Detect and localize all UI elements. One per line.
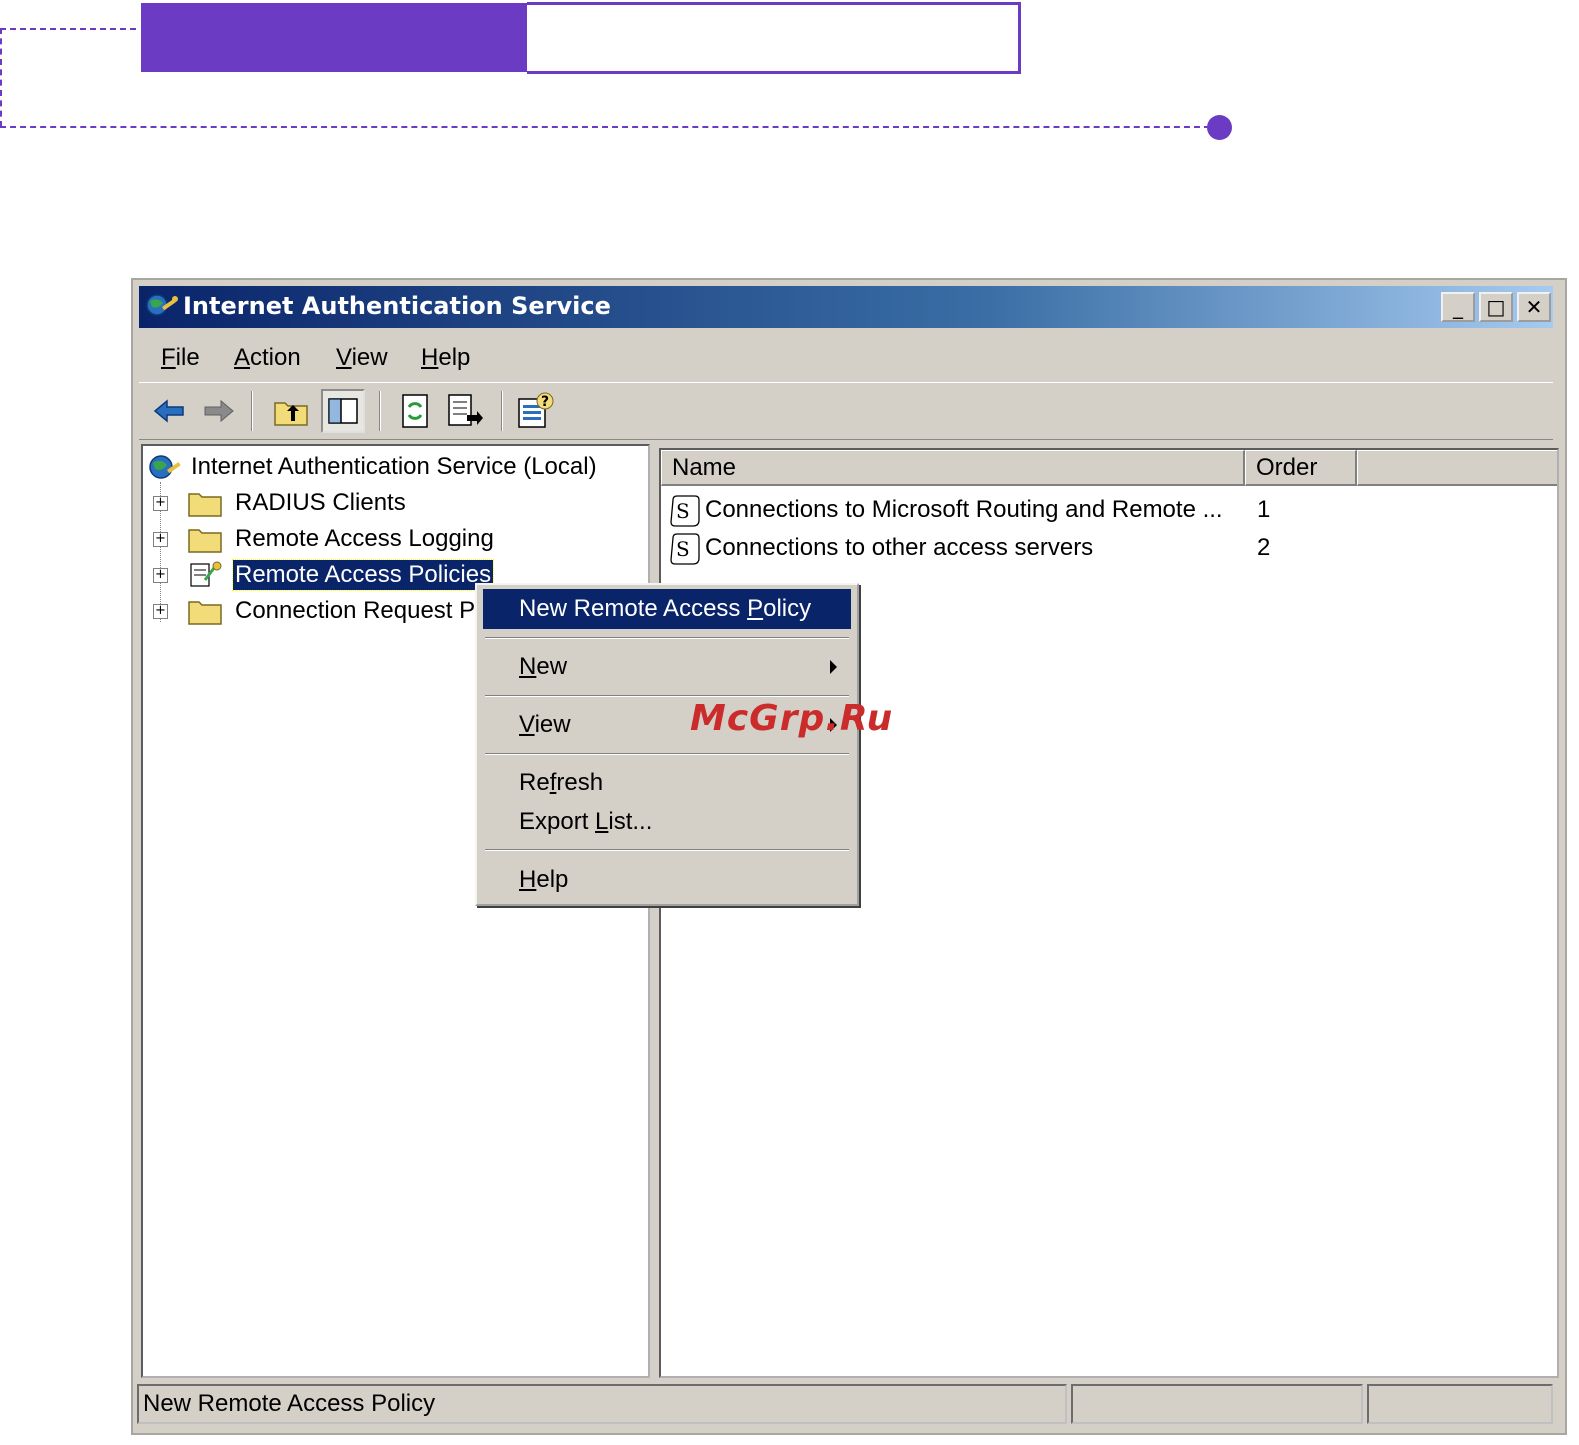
decorative-dashed-line-top	[0, 28, 136, 30]
context-menu: New Remote Access Policy New View Refres…	[475, 583, 859, 906]
export-list-icon	[448, 394, 483, 426]
menu-separator	[485, 695, 849, 697]
folder-icon	[188, 493, 222, 517]
toolbar: ?	[139, 382, 1553, 440]
export-list-button[interactable]	[443, 389, 487, 433]
expand-icon[interactable]: +	[153, 604, 168, 619]
context-menu-export-list[interactable]: Export List...	[483, 802, 851, 842]
decorative-header-bar	[141, 3, 528, 72]
close-button[interactable]: ✕	[1517, 292, 1551, 322]
folder-icon	[188, 529, 222, 553]
ias-server-icon	[149, 455, 181, 479]
status-text: New Remote Access Policy	[137, 1384, 1067, 1424]
title-bar[interactable]: Internet Authentication Service _ □ ✕	[139, 286, 1553, 328]
tree-node-label: RADIUS Clients	[235, 489, 406, 516]
toolbar-separator	[379, 391, 381, 431]
status-bar: New Remote Access Policy	[137, 1384, 1555, 1426]
window-title: Internet Authentication Service	[183, 292, 611, 320]
up-one-level-button[interactable]	[269, 389, 313, 433]
ias-app-icon	[146, 294, 178, 316]
back-arrow-icon	[153, 399, 184, 423]
watermark-text: McGrp.Ru	[690, 698, 894, 739]
refresh-button[interactable]	[393, 389, 437, 433]
svg-text:?: ?	[541, 394, 549, 410]
list-header: Name Order	[661, 450, 1557, 486]
forward-button[interactable]	[197, 389, 241, 433]
tree-node-label: Remote Access Policies	[231, 559, 495, 591]
column-header-empty	[1357, 450, 1557, 486]
context-menu-help[interactable]: Help	[483, 860, 851, 900]
menu-separator	[485, 849, 849, 851]
decorative-header-outline	[527, 2, 1021, 74]
list-item-order: 2	[1257, 534, 1271, 561]
list-item-order: 1	[1257, 496, 1271, 523]
context-menu-new[interactable]: New	[483, 647, 851, 687]
remote-access-policies-icon	[190, 561, 222, 587]
tree-root-label: Internet Authentication Service (Local)	[191, 453, 597, 480]
decorative-dot	[1207, 115, 1232, 140]
column-header-name[interactable]: Name	[661, 450, 1245, 486]
svg-text:S: S	[676, 537, 690, 561]
expand-icon[interactable]: +	[153, 568, 168, 583]
submenu-arrow-icon	[830, 660, 837, 674]
expand-icon[interactable]: +	[153, 532, 168, 547]
toolbar-separator	[251, 391, 253, 431]
list-item-name: Connections to Microsoft Routing and Rem…	[705, 496, 1223, 523]
help-button[interactable]: ?	[513, 389, 557, 433]
tree-node-label: Remote Access Logging	[235, 525, 494, 552]
show-hide-console-tree-button[interactable]	[321, 389, 365, 433]
refresh-icon	[402, 394, 428, 428]
decorative-dashed-line-left	[0, 28, 2, 127]
svg-text:S: S	[676, 499, 690, 523]
policy-scroll-icon: S	[670, 533, 700, 565]
expand-icon[interactable]: +	[153, 496, 168, 511]
forward-arrow-icon	[204, 399, 234, 423]
toolbar-separator	[501, 391, 503, 431]
context-menu-new-remote-access-policy[interactable]: New Remote Access Policy	[483, 589, 851, 629]
maximize-button[interactable]: □	[1479, 292, 1513, 322]
tree-node-label: Connection Request Pr	[235, 597, 484, 624]
back-button[interactable]	[147, 389, 191, 433]
column-header-order[interactable]: Order	[1245, 450, 1357, 486]
minimize-button[interactable]: _	[1441, 292, 1475, 322]
decorative-dashed-line-bottom	[0, 126, 1210, 128]
menu-separator	[485, 637, 849, 639]
menu-bar: File Action View Help	[139, 336, 1553, 378]
list-item-name: Connections to other access servers	[705, 534, 1094, 561]
menu-file[interactable]: File	[161, 344, 200, 372]
folder-icon	[188, 601, 222, 625]
status-pane-3	[1367, 1384, 1553, 1424]
context-menu-refresh[interactable]: Refresh	[483, 763, 851, 803]
show-hide-console-tree-icon	[328, 398, 358, 424]
menu-view[interactable]: View	[336, 344, 388, 372]
menu-help[interactable]: Help	[421, 344, 470, 372]
help-icon: ?	[518, 392, 554, 428]
up-one-level-icon	[274, 402, 308, 426]
status-pane-2	[1071, 1384, 1363, 1424]
menu-separator	[485, 753, 849, 755]
menu-action[interactable]: Action	[234, 344, 301, 372]
policy-scroll-icon: S	[670, 495, 700, 527]
